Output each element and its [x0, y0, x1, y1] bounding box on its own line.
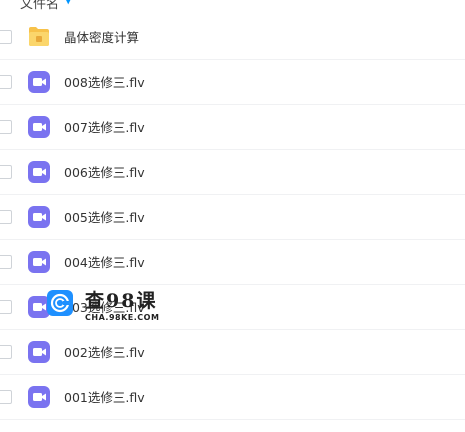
- video-file-icon: [28, 206, 50, 228]
- list-item[interactable]: 005选修三.flv: [0, 195, 465, 240]
- file-name[interactable]: 001选修三.flv: [64, 375, 145, 420]
- watermark: 查98课 CHA.98KE.COM: [45, 286, 175, 328]
- list-item[interactable]: 006选修三.flv: [0, 150, 465, 195]
- row-checkbox[interactable]: [0, 165, 12, 179]
- file-list: 晶体密度计算 008选修三.flv 007选修三.flv 006选修三.flv …: [0, 15, 465, 420]
- sort-arrow-icon[interactable]: ▼: [64, 0, 72, 6]
- row-checkbox[interactable]: [0, 390, 12, 404]
- row-checkbox[interactable]: [0, 120, 12, 134]
- row-checkbox[interactable]: [0, 75, 12, 89]
- video-file-icon: [28, 386, 50, 408]
- list-item[interactable]: 008选修三.flv: [0, 60, 465, 105]
- row-checkbox[interactable]: [0, 300, 12, 314]
- watermark-logo-icon: [47, 290, 73, 316]
- video-file-icon: [28, 341, 50, 363]
- row-checkbox[interactable]: [0, 210, 12, 224]
- file-name[interactable]: 晶体密度计算: [64, 15, 139, 60]
- list-item[interactable]: 002选修三.flv: [0, 330, 465, 375]
- file-name[interactable]: 004选修三.flv: [64, 240, 145, 285]
- name-column-label: 文件名: [20, 0, 60, 10]
- file-name[interactable]: 008选修三.flv: [64, 60, 145, 105]
- folder-icon: [29, 27, 49, 46]
- list-item[interactable]: 004选修三.flv: [0, 240, 465, 285]
- row-checkbox[interactable]: [0, 255, 12, 269]
- video-file-icon: [28, 116, 50, 138]
- column-header[interactable]: 文件名 ▼: [0, 0, 465, 10]
- watermark-title: 查98课: [85, 290, 158, 312]
- video-file-icon: [28, 251, 50, 273]
- video-file-icon: [28, 71, 50, 93]
- list-item[interactable]: 001选修三.flv: [0, 375, 465, 420]
- file-name[interactable]: 005选修三.flv: [64, 195, 145, 240]
- list-item[interactable]: 晶体密度计算: [0, 15, 465, 60]
- file-name[interactable]: 007选修三.flv: [64, 105, 145, 150]
- video-file-icon: [28, 161, 50, 183]
- file-name[interactable]: 006选修三.flv: [64, 150, 145, 195]
- row-checkbox[interactable]: [0, 345, 12, 359]
- file-name[interactable]: 002选修三.flv: [64, 330, 145, 375]
- row-checkbox[interactable]: [0, 30, 12, 44]
- list-item[interactable]: 007选修三.flv: [0, 105, 465, 150]
- watermark-subtitle: CHA.98KE.COM: [85, 313, 160, 322]
